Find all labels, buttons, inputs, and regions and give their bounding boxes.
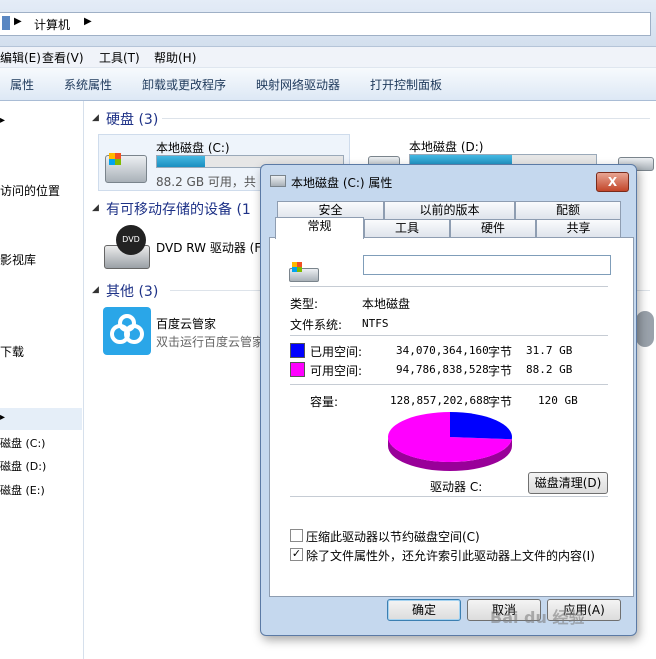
baidu-cloud-icon xyxy=(103,307,151,355)
separator xyxy=(290,384,608,386)
nav-item-recent-places[interactable]: 访问的位置 xyxy=(0,182,60,199)
nav-item-drive-e[interactable]: 磁盘 (E:) xyxy=(0,482,45,498)
drive-title-icon xyxy=(270,175,286,187)
drive-letter-label: 驱动器 C: xyxy=(430,480,483,494)
toolbar-control-panel[interactable]: 打开控制面板 xyxy=(370,76,442,93)
tab-sharing[interactable]: 共享 xyxy=(536,219,621,238)
free-space-bytes: 94,786,838,528 xyxy=(396,363,489,376)
group-title: 有可移动存储的设备 (1 xyxy=(106,202,251,218)
app-baidu-subtitle: 双击运行百度云管家 xyxy=(156,335,265,349)
nav-expand-icon[interactable]: ▸ xyxy=(0,412,5,423)
windows-logo-icon xyxy=(109,153,121,165)
capacity-unit: 字节 xyxy=(488,395,513,409)
breadcrumb-computer[interactable]: 计算机 xyxy=(34,16,70,33)
type-value: 本地磁盘 xyxy=(362,297,411,311)
separator xyxy=(290,335,608,337)
webcam-icon[interactable] xyxy=(636,311,654,347)
chevron-right-icon[interactable]: ▶ xyxy=(14,16,22,27)
nav-collapse-icon[interactable]: ▸ xyxy=(0,115,5,126)
group-title: 硬盘 (3) xyxy=(106,112,159,128)
nav-item-drive-d[interactable]: 磁盘 (D:) xyxy=(0,458,46,474)
used-space-swatch xyxy=(290,343,305,358)
drive-tile-dvd[interactable]: DVD DVD RW 驱动器 (F xyxy=(98,223,268,271)
computer-icon xyxy=(2,16,10,30)
baidu-watermark: Bai du 经验 xyxy=(490,608,585,627)
chevron-right-icon[interactable]: ▶ xyxy=(84,16,92,27)
used-space-gb: 31.7 GB xyxy=(526,344,573,357)
drive-dvd-name: DVD RW 驱动器 (F xyxy=(156,241,262,255)
menu-view[interactable]: 查看(V) xyxy=(42,49,84,66)
collapse-triangle-icon[interactable]: ◢ xyxy=(92,203,99,213)
properties-dialog: 本地磁盘 (C:) 属性 X 安全 以前的版本 配额 常规 工具 硬件 共享 类… xyxy=(260,164,637,636)
pie-used-slice xyxy=(450,412,512,440)
menu-edit[interactable]: 编辑(E) xyxy=(0,49,41,66)
nav-item-drive-c[interactable]: 磁盘 (C:) xyxy=(0,435,45,451)
drive-large-icon xyxy=(289,262,319,282)
group-title: 其他 (3) xyxy=(106,284,159,300)
used-space-unit: 字节 xyxy=(488,345,513,359)
command-toolbar: 属性 系统属性 卸载或更改程序 映射网络驱动器 打开控制面板 xyxy=(0,68,656,101)
collapse-triangle-icon[interactable]: ◢ xyxy=(92,285,99,295)
compress-checkbox[interactable] xyxy=(290,529,303,542)
type-label: 类型: xyxy=(290,297,319,311)
separator xyxy=(290,286,608,288)
free-space-label: 可用空间: xyxy=(310,364,363,378)
nav-item-computer-selected[interactable]: ▸ xyxy=(0,408,82,430)
free-space-swatch xyxy=(290,362,305,377)
toolbar-map-drive[interactable]: 映射网络驱动器 xyxy=(256,76,340,93)
address-box[interactable]: ▶ 计算机 ▶ xyxy=(0,12,651,36)
tab-general[interactable]: 常规 xyxy=(275,217,364,239)
tab-tools[interactable]: 工具 xyxy=(364,219,450,238)
used-space-bytes: 34,070,364,160 xyxy=(396,344,489,357)
tab-quota[interactable]: 配额 xyxy=(515,201,621,220)
nav-item-video-library[interactable]: 影视库 xyxy=(0,251,36,268)
disk-cleanup-button[interactable]: 磁盘清理(D) xyxy=(528,472,608,494)
app-tile-baidu[interactable]: 百度云管家 双击运行百度云管家 xyxy=(98,305,268,357)
toolbar-properties[interactable]: 属性 xyxy=(10,76,34,93)
tab-hardware[interactable]: 硬件 xyxy=(450,219,536,238)
compress-label[interactable]: 压缩此驱动器以节约磁盘空间(C) xyxy=(306,528,480,545)
separator xyxy=(290,496,608,498)
nav-item-downloads[interactable]: 下载 xyxy=(0,343,24,360)
drive-c-name: 本地磁盘 (C:) xyxy=(156,141,230,155)
capacity-bytes: 128,857,202,688 xyxy=(390,394,490,407)
dvd-disc-icon: DVD xyxy=(116,225,146,255)
toolbar-system-properties[interactable]: 系统属性 xyxy=(64,76,112,93)
close-button[interactable]: X xyxy=(596,172,629,192)
index-checkbox[interactable]: ✓ xyxy=(290,548,303,561)
dialog-title: 本地磁盘 (C:) 属性 xyxy=(291,176,393,190)
drive-c-info: 88.2 GB 可用，共 1 xyxy=(156,175,268,189)
free-space-gb: 88.2 GB xyxy=(526,363,573,376)
app-baidu-name: 百度云管家 xyxy=(156,317,217,331)
group-divider xyxy=(162,118,650,119)
tab-previous-versions[interactable]: 以前的版本 xyxy=(384,201,515,220)
menu-bar: 编辑(E) 查看(V) 工具(T) 帮助(H) xyxy=(0,47,656,68)
filesystem-label: 文件系统: xyxy=(290,318,343,332)
capacity-label: 容量: xyxy=(310,395,339,409)
collapse-triangle-icon[interactable]: ◢ xyxy=(92,113,99,123)
address-bar: ▶ 计算机 ▶ xyxy=(0,0,656,47)
usage-pie-chart xyxy=(388,412,512,471)
general-tab-panel: 类型: 本地磁盘 文件系统: NTFS 已用空间: 34,070,364,160… xyxy=(269,237,634,597)
menu-tools[interactable]: 工具(T) xyxy=(99,49,140,66)
drive-c-usage-fill xyxy=(157,156,206,167)
capacity-gb: 120 GB xyxy=(538,394,578,407)
ok-button[interactable]: 确定 xyxy=(387,599,461,621)
volume-label-input[interactable] xyxy=(363,255,611,275)
index-label[interactable]: 除了文件属性外，还允许索引此驱动器上文件的内容(I) xyxy=(306,547,595,564)
filesystem-value: NTFS xyxy=(362,317,389,330)
menu-help[interactable]: 帮助(H) xyxy=(154,49,196,66)
navigation-pane: ▸ 访问的位置 影视库 下载 ▸ 磁盘 (C:) 磁盘 (D:) 磁盘 (E:) xyxy=(0,101,84,659)
free-space-unit: 字节 xyxy=(488,364,513,378)
drive-d-name: 本地磁盘 (D:) xyxy=(409,140,484,154)
cloud-glyph xyxy=(110,314,144,344)
toolbar-uninstall[interactable]: 卸载或更改程序 xyxy=(142,76,226,93)
group-hard-disks[interactable]: ◢ 硬盘 (3) xyxy=(90,107,650,129)
used-space-label: 已用空间: xyxy=(310,345,363,359)
